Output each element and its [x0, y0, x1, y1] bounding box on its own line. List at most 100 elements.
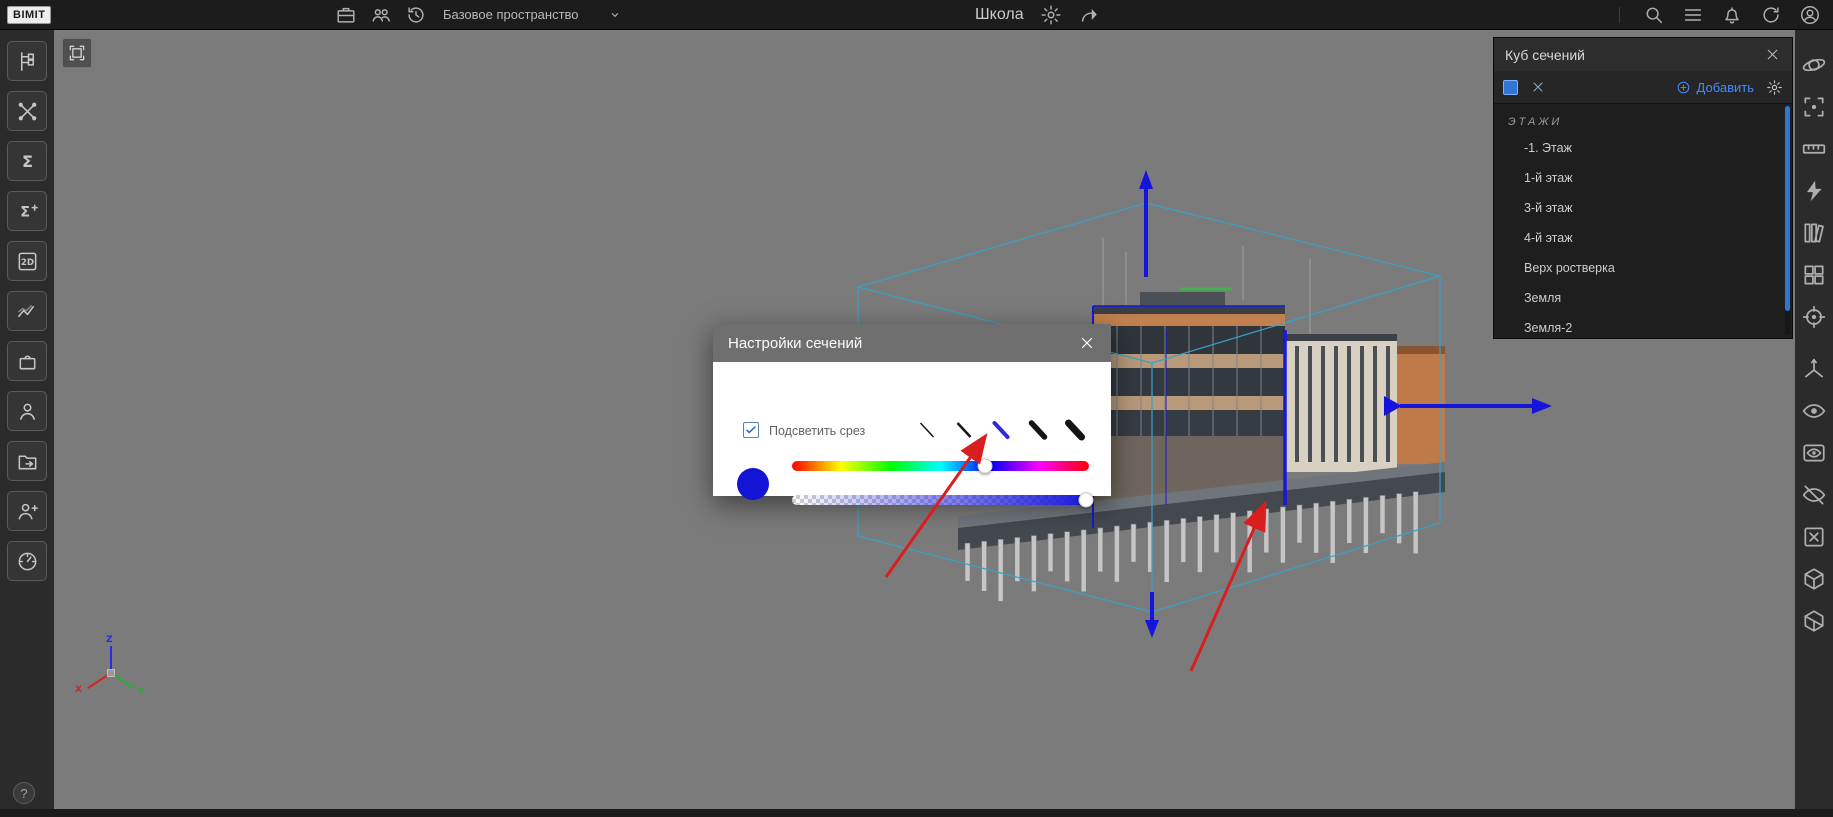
- floor-item[interactable]: 4-й этаж: [1494, 223, 1792, 253]
- panel-title: Куб сечений: [1505, 47, 1585, 63]
- frame-select-icon: [1801, 94, 1827, 120]
- topbar-right-icons: [1619, 4, 1821, 26]
- panel-scrollbar[interactable]: [1785, 106, 1790, 335]
- drawings-2d-tool[interactable]: 2D: [7, 241, 47, 281]
- share-button[interactable]: [1078, 4, 1100, 26]
- team-button[interactable]: [370, 4, 392, 26]
- check-icon: [745, 424, 757, 436]
- help-button[interactable]: ?: [13, 782, 35, 804]
- model-structure-tool[interactable]: [7, 41, 47, 81]
- section-cube-tool[interactable]: [1801, 608, 1827, 634]
- plugins-tool[interactable]: [7, 341, 47, 381]
- floor-item[interactable]: -1. Этаж: [1494, 133, 1792, 163]
- collaboration-tool[interactable]: [7, 491, 47, 531]
- plus-circle-icon: [1676, 80, 1691, 95]
- search-icon: [1643, 4, 1665, 26]
- thickness-option-1[interactable]: [914, 417, 940, 443]
- restore-view-button[interactable]: [1760, 4, 1782, 26]
- scrollbar-thumb[interactable]: [1785, 106, 1790, 311]
- eye-box-icon: [1801, 440, 1827, 466]
- axes-tool[interactable]: [1801, 356, 1827, 382]
- floor-item[interactable]: Верх ростверка: [1494, 253, 1792, 283]
- right-toolbar: [1795, 30, 1833, 809]
- remove-section-tool[interactable]: [1801, 524, 1827, 550]
- floor-item[interactable]: 1-й этаж: [1494, 163, 1792, 193]
- close-icon[interactable]: [1078, 334, 1096, 352]
- floor-item[interactable]: Земля: [1494, 283, 1792, 313]
- export-tool[interactable]: [7, 441, 47, 481]
- add-section-button[interactable]: Добавить: [1676, 80, 1754, 95]
- opacity-slider[interactable]: [792, 495, 1089, 505]
- hue-slider-thumb[interactable]: [978, 459, 993, 474]
- sigma-icon: Σ: [16, 150, 39, 173]
- grid-tool[interactable]: [1801, 262, 1827, 288]
- project-title: Школа: [975, 6, 1024, 24]
- add-section-label: Добавить: [1697, 80, 1754, 95]
- account-button[interactable]: [1799, 4, 1821, 26]
- floor-list: -1. Этаж1-й этаж3-й этаж4-й этажВерх рос…: [1494, 133, 1792, 339]
- thickness-option-5[interactable]: [1062, 417, 1088, 443]
- chevron-down-icon: [607, 7, 623, 23]
- projects-button[interactable]: [335, 4, 357, 26]
- hue-slider[interactable]: [792, 461, 1089, 471]
- focus-tool[interactable]: [1801, 304, 1827, 330]
- highlight-slice-checkbox[interactable]: [743, 422, 759, 438]
- active-section-chip[interactable]: [1503, 80, 1518, 95]
- highlight-slice-label: Подсветить срез: [769, 424, 865, 438]
- clash-detection-tool[interactable]: [7, 91, 47, 131]
- fit-view-icon: [67, 43, 87, 63]
- history-button[interactable]: [405, 4, 427, 26]
- modal-header: Настройки сечений: [713, 324, 1111, 362]
- plus-circle-icon: [1676, 80, 1691, 95]
- library-icon: [1801, 220, 1827, 246]
- workspace-dropdown[interactable]: Базовое пространство: [443, 7, 623, 23]
- totals-add-tool[interactable]: Σ: [7, 191, 47, 231]
- measure-tool[interactable]: [1801, 136, 1827, 162]
- floor-item[interactable]: 3-й этаж: [1494, 193, 1792, 223]
- focus-icon: [1801, 304, 1827, 330]
- section-settings-icon[interactable]: [1766, 79, 1783, 96]
- app-logo[interactable]: BIMIT: [7, 6, 51, 24]
- frame-select-tool[interactable]: [1801, 94, 1827, 120]
- menu-icon: [1682, 4, 1704, 26]
- panel-toolbar: Добавить: [1494, 71, 1792, 104]
- project-settings-button[interactable]: [1040, 4, 1062, 26]
- thickness-option-4[interactable]: [1025, 417, 1051, 443]
- notifications-button[interactable]: [1721, 4, 1743, 26]
- opacity-slider-thumb[interactable]: [1079, 493, 1094, 508]
- svg-text:2D: 2D: [20, 257, 33, 267]
- totals-tool[interactable]: Σ: [7, 141, 47, 181]
- section-cube-icon: [1801, 608, 1827, 634]
- section-settings-modal: Настройки сечений Подсветить срез: [713, 324, 1111, 496]
- orbit-tool[interactable]: [1801, 52, 1827, 78]
- user-circle-icon: [1799, 4, 1821, 26]
- modal-title: Настройки сечений: [728, 335, 862, 352]
- analytics-tool[interactable]: [7, 291, 47, 331]
- grid-icon: [1801, 262, 1827, 288]
- clear-section-icon[interactable]: [1530, 79, 1546, 95]
- eye-off-icon: [1801, 482, 1827, 508]
- close-icon[interactable]: [1764, 46, 1781, 63]
- orbit-icon: [1801, 52, 1827, 78]
- search-button[interactable]: [1643, 4, 1665, 26]
- team-icon: [370, 4, 392, 26]
- hide-tool[interactable]: [1801, 482, 1827, 508]
- dashboard-tool[interactable]: [7, 541, 47, 581]
- floor-item[interactable]: Земля-2: [1494, 313, 1792, 339]
- share-icon: [1078, 4, 1100, 26]
- visibility-tool[interactable]: [1801, 398, 1827, 424]
- svg-text:Σ: Σ: [20, 204, 30, 220]
- fit-view-button[interactable]: [62, 38, 92, 68]
- menu-button[interactable]: [1682, 4, 1704, 26]
- clash-lightning-tool[interactable]: [1801, 178, 1827, 204]
- thickness-option-2[interactable]: [951, 417, 977, 443]
- section-cube-panel: Куб сечений Добавить ЭТАЖИ -1. Этаж1-й э…: [1493, 37, 1793, 339]
- library-tool[interactable]: [1801, 220, 1827, 246]
- visibility-box-tool[interactable]: [1801, 440, 1827, 466]
- thickness-option-3[interactable]: [988, 417, 1014, 443]
- cube-tool[interactable]: [1801, 566, 1827, 592]
- thickness-options: [914, 417, 1088, 443]
- modal-body: Подсветить срез: [713, 362, 1111, 496]
- profile-tool[interactable]: [7, 391, 47, 431]
- sigma-plus-icon: Σ: [16, 200, 39, 223]
